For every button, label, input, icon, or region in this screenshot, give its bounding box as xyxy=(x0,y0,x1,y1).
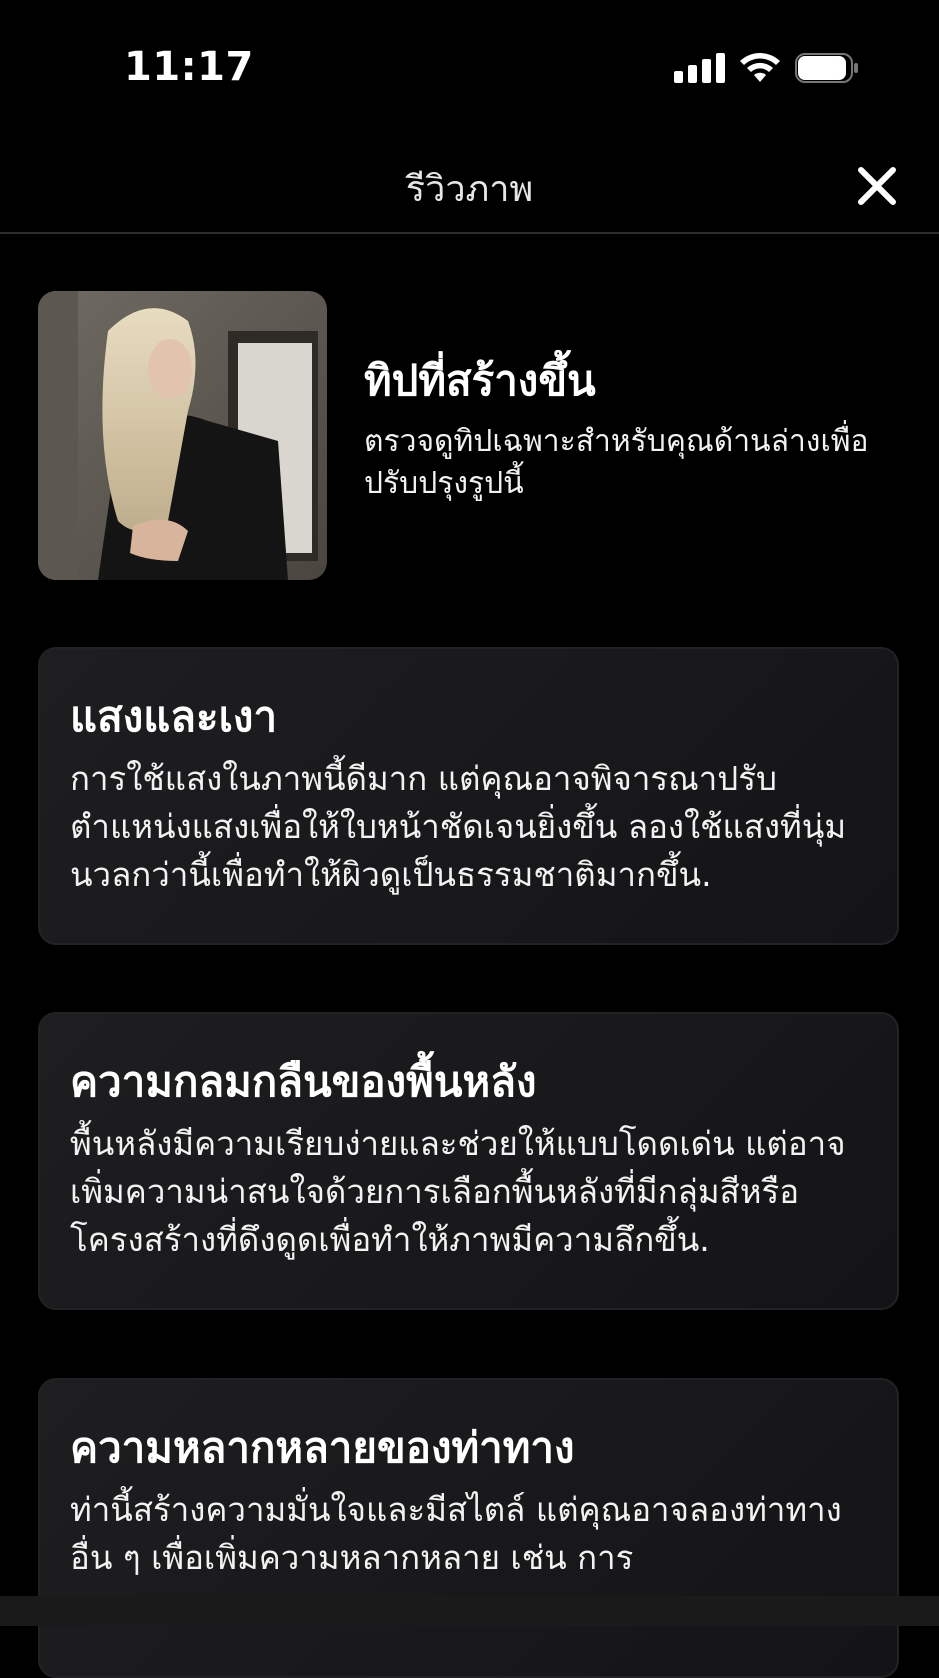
close-icon xyxy=(858,167,896,205)
tip-card: ความหลากหลายของท่าทาง ท่านี้สร้างความมั่… xyxy=(38,1378,899,1678)
tip-card-body: การใช้แสงในภาพนี้ดีมาก แต่คุณอาจพิจารณาป… xyxy=(70,759,847,894)
page-title: รีวิวภาพ xyxy=(405,169,534,210)
status-icons xyxy=(674,52,859,84)
tip-card: ความกลมกลืนของพื้นหลัง พื้นหลังมีความเรี… xyxy=(38,1012,899,1310)
tip-card: แสงและเงา การใช้แสงในภาพนี้ดีมาก แต่คุณอ… xyxy=(38,647,899,945)
summary-section: ทิปที่สร้างขึ้น ตรวจดูทิปเฉพาะสำหรับคุณด… xyxy=(38,291,901,581)
close-button[interactable] xyxy=(851,160,903,212)
wifi-icon xyxy=(739,52,781,84)
status-time: 11:17 xyxy=(124,44,254,90)
battery-icon xyxy=(795,52,859,84)
status-bar: 11:17 xyxy=(0,0,939,140)
photo-thumbnail xyxy=(38,291,327,580)
summary-title: ทิปที่สร้างขึ้น xyxy=(364,356,596,405)
tip-card-title: ความหลากหลายของท่าทาง xyxy=(70,1423,575,1472)
summary-description: ตรวจดูทิปเฉพาะสำหรับคุณด้านล่างเพื่อปรับ… xyxy=(364,424,869,501)
bottom-bar xyxy=(0,1596,939,1626)
tip-card-body: พื้นหลังมีความเรียบง่ายและช่วยให้แบบโดดเ… xyxy=(70,1124,846,1259)
signal-icon xyxy=(674,53,725,83)
tip-card-title: แสงและเงา xyxy=(70,692,278,741)
tip-card-title: ความกลมกลืนของพื้นหลัง xyxy=(70,1057,537,1106)
header: รีวิวภาพ xyxy=(0,140,939,234)
summary-text: ทิปที่สร้างขึ้น ตรวจดูทิปเฉพาะสำหรับคุณด… xyxy=(364,353,904,505)
tip-card-body: ท่านี้สร้างความมั่นใจและมีสไตล์ แต่คุณอา… xyxy=(70,1490,842,1577)
